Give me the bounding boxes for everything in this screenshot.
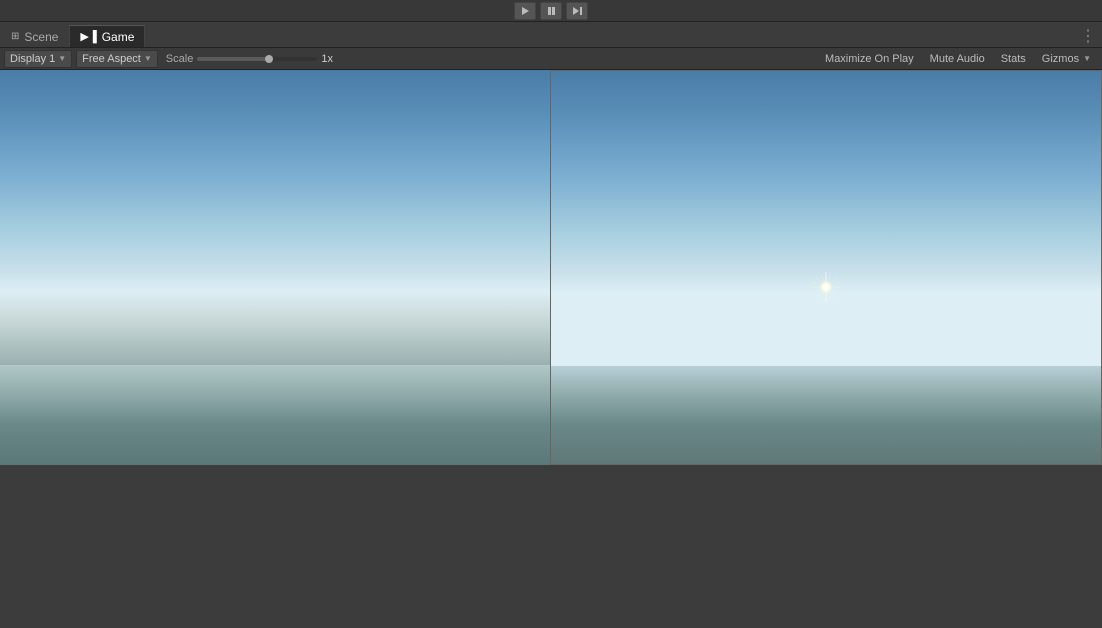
gizmos-arrow-icon: ▼ (1083, 54, 1091, 63)
scene-ground (0, 365, 550, 465)
scene-sky (0, 70, 550, 365)
scene-tab[interactable]: ⊞ Scene (0, 25, 69, 47)
scale-label: Scale (166, 53, 194, 65)
aspect-dropdown[interactable]: Free Aspect ▼ (76, 50, 158, 68)
step-button[interactable] (566, 2, 588, 20)
gizmos-label: Gizmos (1042, 53, 1079, 65)
scale-slider[interactable] (197, 57, 317, 61)
scale-value: 1x (321, 53, 333, 65)
scale-slider-container (197, 57, 317, 61)
aspect-arrow-icon: ▼ (144, 54, 152, 63)
options-right: Maximize On Play Mute Audio Stats Gizmos… (818, 50, 1098, 68)
game-ground (551, 366, 1101, 464)
viewport-area[interactable] (0, 70, 1102, 628)
below-game-area (550, 465, 1102, 628)
tab-bar: ⊞ Scene ▶▐ Game ⋮ (0, 22, 1102, 48)
scene-icon: ⊞ (11, 31, 19, 42)
sun-icon (811, 272, 841, 302)
display-arrow-icon: ▼ (58, 54, 66, 63)
game-view[interactable] (550, 70, 1102, 465)
aspect-label: Free Aspect (82, 53, 141, 65)
stats-button[interactable]: Stats (994, 50, 1033, 68)
game-tab[interactable]: ▶▐ Game (69, 25, 145, 47)
game-tab-label: Game (102, 30, 135, 44)
game-sky (551, 71, 1101, 366)
pause-button[interactable] (540, 2, 562, 20)
maximize-on-play-button[interactable]: Maximize On Play (818, 50, 921, 68)
scale-thumb[interactable] (265, 55, 273, 63)
options-bar: Display 1 ▼ Free Aspect ▼ Scale 1x Maxim… (0, 48, 1102, 70)
mute-audio-button[interactable]: Mute Audio (923, 50, 992, 68)
scene-tab-label: Scene (24, 30, 58, 44)
gizmos-button[interactable]: Gizmos ▼ (1035, 50, 1098, 68)
play-button[interactable] (514, 2, 536, 20)
sun-rays-svg (811, 272, 841, 302)
tab-more-button[interactable]: ⋮ (1080, 26, 1096, 46)
scale-track (197, 57, 269, 61)
display-label: Display 1 (10, 53, 55, 65)
top-toolbar (0, 0, 1102, 22)
game-icon: ▶▐ (80, 30, 96, 43)
display-dropdown[interactable]: Display 1 ▼ (4, 50, 72, 68)
scene-dark (0, 465, 550, 628)
play-controls (514, 2, 588, 20)
